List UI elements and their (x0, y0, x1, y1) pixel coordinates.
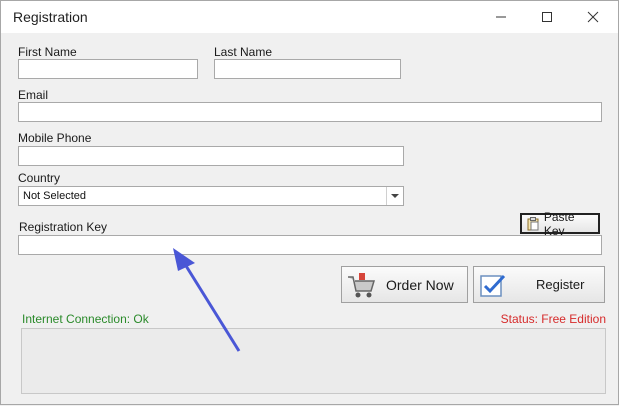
maximize-icon (542, 12, 552, 22)
register-button[interactable]: Register (473, 266, 605, 303)
checkmark-icon (480, 274, 506, 297)
chevron-down-icon (391, 193, 399, 198)
title-bar: Registration (1, 1, 618, 33)
shopping-cart-icon (348, 272, 376, 297)
minimize-button[interactable] (478, 1, 524, 33)
close-button[interactable] (570, 1, 616, 33)
country-dropdown-button[interactable] (386, 187, 403, 205)
first-name-field[interactable] (18, 59, 198, 79)
registration-key-label: Registration Key (19, 220, 108, 234)
first-name-label: First Name (18, 45, 77, 59)
last-name-field[interactable] (214, 59, 401, 79)
maximize-button[interactable] (524, 1, 570, 33)
email-label: Email (18, 88, 49, 102)
paste-key-label: Paste Key (543, 209, 575, 238)
paste-key-button[interactable]: Paste Key (520, 210, 600, 238)
clipboard-icon (527, 216, 539, 230)
mobile-phone-field[interactable] (18, 146, 404, 166)
country-select[interactable]: Not Selected (18, 186, 404, 206)
country-label: Country (18, 171, 61, 185)
registration-window: Registration First Name Last Name Email … (0, 0, 619, 405)
register-label: Register (536, 277, 585, 292)
registration-key-field[interactable] (18, 235, 602, 255)
close-icon (587, 11, 599, 23)
log-panel (21, 328, 606, 394)
order-now-button[interactable]: Order Now (341, 266, 468, 303)
edition-status: Status: Free Edition (500, 312, 606, 326)
internet-connection-status: Internet Connection: Ok (22, 312, 149, 326)
last-name-label: Last Name (214, 45, 273, 59)
mobile-phone-label: Mobile Phone (18, 131, 92, 145)
order-now-label: Order Now (386, 276, 454, 293)
window-title: Registration (13, 9, 88, 25)
email-field[interactable] (18, 102, 602, 122)
minimize-icon (496, 16, 506, 18)
country-selected-value: Not Selected (23, 190, 86, 202)
